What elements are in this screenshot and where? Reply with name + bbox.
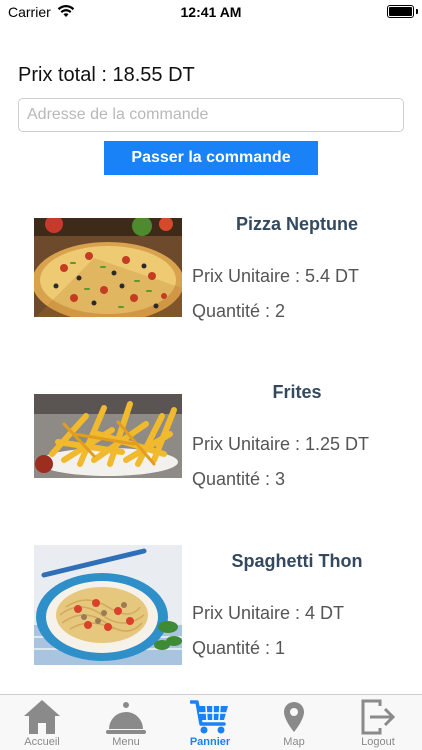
tab-menu[interactable]: Menu	[84, 695, 168, 750]
spaghetti-image	[34, 545, 182, 665]
pizza-image	[34, 218, 182, 317]
fries-image	[34, 394, 182, 478]
item-name: Pizza Neptune	[235, 214, 359, 234]
cart-item: Frites Prix Unitaire : 1.25 DT Quantité …	[0, 380, 422, 510]
item-quantity: Quantité : 2	[192, 301, 286, 321]
tab-label: Map	[283, 736, 305, 748]
item-unit-price: Prix Unitaire : 5.4 DT	[192, 266, 360, 286]
cart-item: Pizza Neptune Prix Unitaire : 5.4 DT Qua…	[0, 212, 422, 342]
cloche-icon	[106, 702, 146, 734]
total-price: Prix total : 18.55 DT	[18, 64, 195, 86]
item-unit-price: Prix Unitaire : 4 DT	[192, 603, 345, 623]
item-name: Spaghetti Thon	[231, 551, 363, 571]
battery-tip	[416, 9, 418, 14]
address-input[interactable]	[18, 98, 404, 132]
tab-bar: Accueil Menu Pannier Map Logout	[0, 694, 422, 750]
cart-icon	[190, 700, 228, 734]
item-unit-price: Prix Unitaire : 1.25 DT	[192, 434, 370, 454]
cart-item: Spaghetti Thon Prix Unitaire : 4 DT Quan…	[0, 545, 422, 679]
tab-accueil[interactable]: Accueil	[0, 695, 84, 750]
tab-map[interactable]: Map	[252, 695, 336, 750]
battery-icon	[387, 5, 414, 18]
tab-label: Accueil	[24, 736, 60, 748]
home-icon	[24, 700, 60, 734]
status-time: 12:41 AM	[180, 4, 242, 20]
place-order-button[interactable]: Passer la commande	[104, 141, 318, 175]
status-bar: Carrier 12:41 AM	[0, 0, 422, 24]
tab-logout[interactable]: Logout	[336, 695, 420, 750]
map-pin-icon	[284, 702, 304, 732]
item-quantity: Quantité : 1	[192, 638, 286, 658]
tab-label: Menu	[112, 736, 140, 748]
item-quantity: Quantité : 3	[192, 469, 286, 489]
item-name: Frites	[272, 382, 322, 402]
tab-label: Pannier	[189, 736, 231, 748]
logout-icon	[361, 699, 396, 735]
tab-pannier[interactable]: Pannier	[168, 695, 252, 750]
tab-label: Logout	[361, 736, 395, 748]
